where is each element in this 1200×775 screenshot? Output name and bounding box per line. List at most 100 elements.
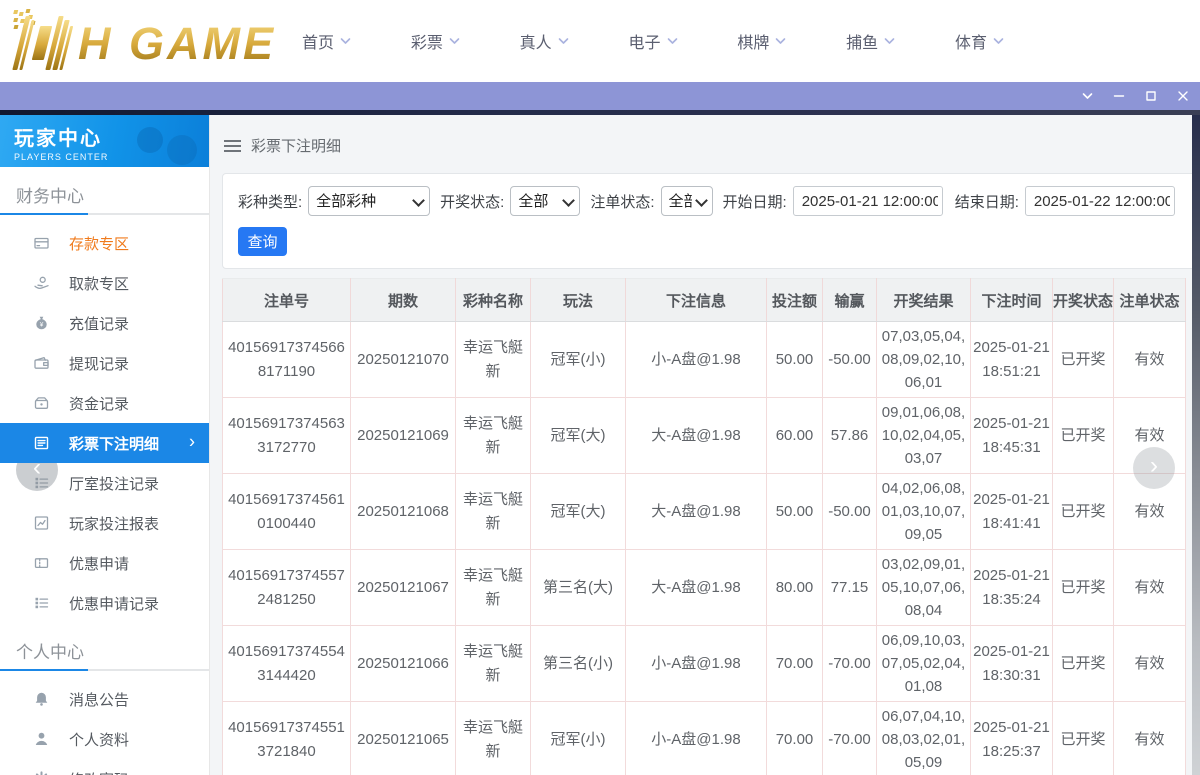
chevron-down-icon — [340, 37, 351, 45]
sidebar-item-优惠申请记录[interactable]: 优惠申请记录 — [0, 583, 209, 623]
nav-item-label: 彩票 — [411, 29, 443, 53]
section-title: 财务中心 — [0, 167, 209, 213]
table-cell: 幸运飞艇新 — [456, 550, 531, 626]
sidebar-item-取款专区[interactable]: 取款专区 — [0, 263, 209, 303]
column-header: 开奖状态 — [1053, 279, 1114, 322]
chevron-down-icon — [993, 37, 1004, 45]
sidebar-item-label: 存款专区 — [69, 233, 129, 254]
draw-status-select[interactable]: 全部 — [510, 186, 580, 216]
logo-emblem-icon — [3, 14, 79, 72]
purse-icon — [33, 395, 50, 411]
table-cell: 70.00 — [767, 626, 823, 702]
nav-item-sports[interactable]: 体育 — [955, 29, 1004, 53]
table-cell: 幸运飞艇新 — [456, 702, 531, 775]
svg-text:¥: ¥ — [40, 321, 44, 328]
sidebar-item-个人资料[interactable]: 个人资料 — [0, 719, 209, 759]
maximize-window-button[interactable] — [1140, 85, 1162, 107]
report-icon — [33, 515, 50, 531]
window-controls — [1076, 85, 1194, 107]
main-content: 彩票下注明细 彩种类型: 全部彩种 开奖状态: 全部 注单状态: 全部 — [210, 115, 1200, 775]
table-cell: 已开奖 — [1053, 322, 1114, 398]
table-cell: 大-A盘@1.98 — [626, 474, 767, 550]
table-cell: 幸运飞艇新 — [456, 322, 531, 398]
column-header: 下注信息 — [626, 279, 767, 322]
table-cell: 大-A盘@1.98 — [626, 550, 767, 626]
table-header-row: 注单号期数彩种名称玩法下注信息投注额输赢开奖结果下注时间开奖状态注单状态 — [223, 279, 1186, 322]
close-icon — [1177, 90, 1189, 102]
sidebar-item-提现记录[interactable]: 提现记录 — [0, 343, 209, 383]
sidebar-item-消息公告[interactable]: 消息公告 — [0, 679, 209, 719]
sidebar-item-优惠申请[interactable]: 优惠申请 — [0, 543, 209, 583]
table-cell: 70.00 — [767, 702, 823, 775]
page-title: 彩票下注明细 — [251, 135, 341, 156]
end-date-input[interactable] — [1025, 186, 1175, 216]
lottery-type-select-wrap: 全部彩种 — [308, 186, 430, 216]
sidebar-item-label: 个人资料 — [69, 729, 129, 750]
sidebar-item-label: 优惠申请记录 — [69, 593, 159, 614]
sidebar-item-存款专区[interactable]: 存款专区 — [0, 223, 209, 263]
nav-item-label: 体育 — [955, 29, 987, 53]
table-row: 40156917374566817119020250121070幸运飞艇新冠军(… — [223, 322, 1186, 398]
expand-window-button[interactable] — [1076, 85, 1098, 107]
nav-item-fishing[interactable]: 捕鱼 — [846, 29, 895, 53]
table-cell: 2025-01-21 18:41:41 — [971, 474, 1053, 550]
column-header: 注单号 — [223, 279, 351, 322]
sidebar-item-充值记录[interactable]: ¥ 充值记录 — [0, 303, 209, 343]
sidebar-item-label: 彩票下注明细 — [69, 433, 159, 454]
nav-item-label: 首页 — [302, 29, 334, 53]
table-cell: -50.00 — [823, 322, 877, 398]
table-cell: 60.00 — [767, 398, 823, 474]
close-window-button[interactable] — [1172, 85, 1194, 107]
sidebar-item-彩票下注明细[interactable]: 彩票下注明细› — [0, 423, 209, 463]
table-cell: 有效 — [1114, 550, 1186, 626]
search-button[interactable]: 查询 — [238, 227, 287, 256]
table-cell: 小-A盘@1.98 — [626, 626, 767, 702]
bet-table-card: 注单号期数彩种名称玩法下注信息投注额输赢开奖结果下注时间开奖状态注单状态 401… — [222, 278, 1200, 775]
list-icon — [33, 595, 50, 611]
lottery-type-select[interactable]: 全部彩种 — [308, 186, 430, 216]
sidebar-item-label: 充值记录 — [69, 313, 129, 334]
table-cell: 小-A盘@1.98 — [626, 702, 767, 775]
nav-item-slots[interactable]: 电子 — [628, 29, 677, 53]
nav-item-label: 电子 — [628, 29, 660, 53]
order-status-select[interactable]: 全部 — [661, 186, 713, 216]
sidebar-header: 玩家中心 PLAYERS CENTER — [0, 115, 209, 167]
table-cell: 冠军(小) — [531, 322, 626, 398]
nav-item-live[interactable]: 真人 — [520, 29, 569, 53]
chevron-down-icon — [667, 37, 678, 45]
hamburger-icon[interactable] — [224, 140, 241, 152]
table-cell: 20250121069 — [351, 398, 456, 474]
nav-item-cards[interactable]: 棋牌 — [737, 29, 786, 53]
bet-table: 注单号期数彩种名称玩法下注信息投注额输赢开奖结果下注时间开奖状态注单状态 401… — [222, 278, 1186, 775]
start-date-input[interactable] — [793, 186, 943, 216]
table-cell: -70.00 — [823, 702, 877, 775]
sidebar-item-资金记录[interactable]: 资金记录 — [0, 383, 209, 423]
table-cell: 20250121070 — [351, 322, 456, 398]
sidebar-item-玩家投注报表[interactable]: 玩家投注报表 — [0, 503, 209, 543]
table-cell: 有效 — [1114, 626, 1186, 702]
sidebar-item-修改密码[interactable]: 修改密码 — [0, 759, 209, 775]
sidebar-item-label: 优惠申请 — [69, 553, 129, 574]
table-cell: 幸运飞艇新 — [456, 626, 531, 702]
table-cell: 401569173745543144420 — [223, 626, 351, 702]
maximize-icon — [1145, 90, 1157, 102]
table-cell: 20250121066 — [351, 626, 456, 702]
nav-item-label: 捕鱼 — [846, 29, 878, 53]
table-cell: 2025-01-21 18:25:37 — [971, 702, 1053, 775]
table-cell: 03,02,09,01,05,10,07,06,08,04 — [877, 550, 971, 626]
table-cell: 77.15 — [823, 550, 877, 626]
column-header: 玩法 — [531, 279, 626, 322]
table-cell: 大-A盘@1.98 — [626, 398, 767, 474]
minimize-window-button[interactable] — [1108, 85, 1130, 107]
table-cell: 冠军(大) — [531, 474, 626, 550]
window-border-strip — [0, 110, 1200, 115]
carousel-next-button[interactable]: › — [1133, 447, 1175, 489]
nav-item-lottery[interactable]: 彩票 — [411, 29, 460, 53]
wallet-icon — [33, 355, 50, 371]
table-cell: 20250121068 — [351, 474, 456, 550]
table-cell: 幸运飞艇新 — [456, 398, 531, 474]
table-cell: 57.86 — [823, 398, 877, 474]
moneybag-icon: ¥ — [33, 315, 50, 331]
nav-item-home[interactable]: 首页 — [302, 29, 351, 53]
right-edge-strip — [1192, 115, 1200, 775]
